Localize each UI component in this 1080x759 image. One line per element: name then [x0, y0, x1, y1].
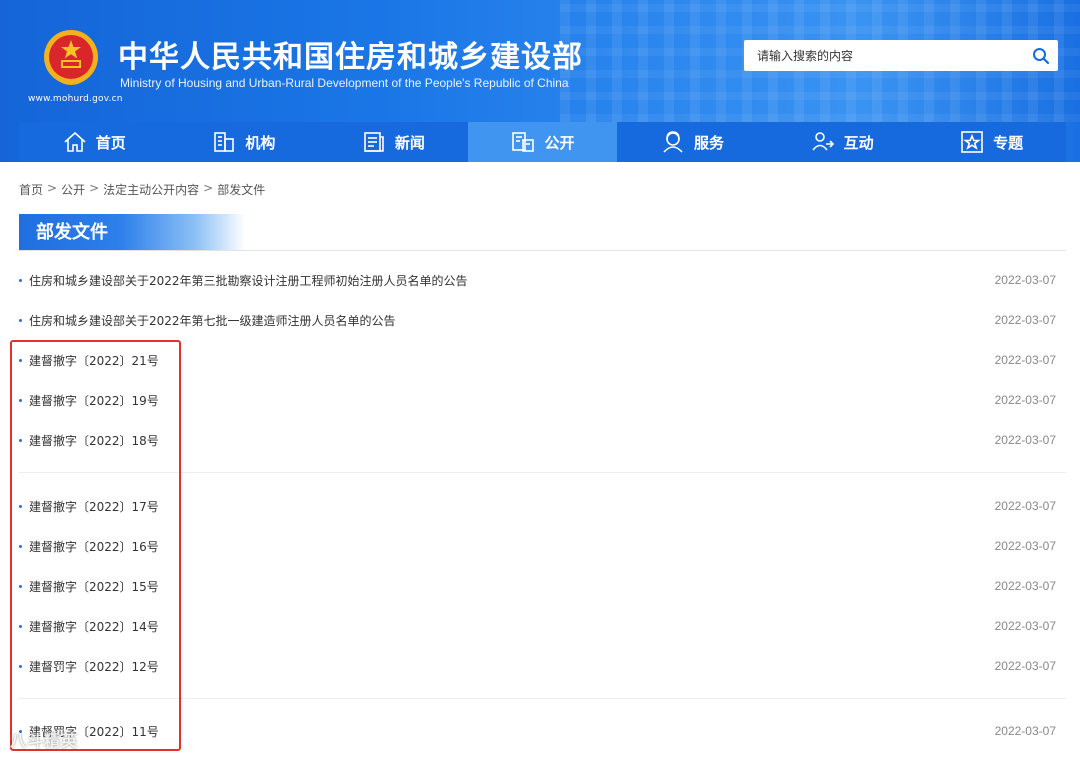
- breadcrumb-separator: >: [47, 181, 58, 195]
- group-divider: [19, 698, 1066, 699]
- list-item-date: 2022-03-07: [994, 659, 1056, 673]
- list-item[interactable]: 建督撤字〔2022〕15号 2022-03-07: [19, 566, 1066, 606]
- list-item-date: 2022-03-07: [994, 273, 1056, 287]
- bullet-icon: [19, 505, 22, 508]
- home-icon: [64, 131, 86, 152]
- watermark: 八斗精英: [10, 731, 79, 750]
- building-icon: [214, 132, 235, 152]
- list-item-title[interactable]: 建督撤字〔2022〕16号: [29, 538, 995, 555]
- nav-item-news[interactable]: 新闻: [318, 122, 468, 162]
- search-box: [744, 40, 1058, 71]
- breadcrumb-separator: >: [203, 181, 214, 195]
- breadcrumb-separator: >: [89, 181, 100, 195]
- nav-item-home[interactable]: 首页: [19, 122, 169, 162]
- breadcrumb-disclosure[interactable]: 公开: [61, 181, 85, 198]
- list-item-title[interactable]: 住房和城乡建设部关于2022年第三批勘察设计注册工程师初始注册人员名单的公告: [29, 272, 995, 289]
- nav-item-label: 专题: [993, 133, 1024, 152]
- list-item-date: 2022-03-07: [994, 313, 1056, 327]
- bullet-icon: [19, 359, 22, 362]
- bullet-icon: [19, 665, 22, 668]
- nav-item-interaction[interactable]: 互动: [767, 122, 917, 162]
- main-nav: 首页 机构 新闻 公开 服务 互动 专题: [19, 122, 1066, 162]
- interaction-icon: [811, 132, 834, 151]
- service-icon: [663, 131, 683, 153]
- nav-item-label: 公开: [544, 133, 575, 152]
- nav-item-label: 互动: [843, 133, 874, 152]
- disclosure-icon: [512, 132, 535, 152]
- bullet-icon: [19, 585, 22, 588]
- breadcrumb-statutory[interactable]: 法定主动公开内容: [103, 181, 199, 198]
- news-icon: [364, 132, 384, 152]
- national-emblem-icon[interactable]: [42, 28, 100, 88]
- list-item-date: 2022-03-07: [994, 724, 1056, 738]
- list-item-date: 2022-03-07: [994, 433, 1056, 447]
- bullet-icon: [19, 625, 22, 628]
- list-item[interactable]: 建督罚字〔2022〕11号 2022-03-07: [19, 711, 1066, 751]
- list-item-title[interactable]: 建督罚字〔2022〕12号: [29, 658, 995, 675]
- breadcrumb-home[interactable]: 首页: [19, 181, 43, 198]
- nav-item-organization[interactable]: 机构: [169, 122, 319, 162]
- breadcrumb: 首页 > 公开 > 法定主动公开内容 > 部发文件: [19, 181, 265, 198]
- nav-item-label: 服务: [694, 133, 725, 152]
- bullet-icon: [19, 545, 22, 548]
- nav-item-label: 机构: [245, 133, 276, 152]
- site-url: www.mohurd.gov.cn: [28, 94, 123, 104]
- list-item[interactable]: 建督撤字〔2022〕16号 2022-03-07: [19, 526, 1066, 566]
- search-button[interactable]: [1024, 40, 1058, 71]
- list-item[interactable]: 建督撤字〔2022〕21号 2022-03-07: [19, 340, 1066, 380]
- list-item-title[interactable]: 建督撤字〔2022〕15号: [29, 578, 995, 595]
- list-item-date: 2022-03-07: [994, 499, 1056, 513]
- nav-item-disclosure[interactable]: 公开: [467, 122, 618, 162]
- section-title: 部发文件: [19, 214, 245, 251]
- section-divider: [19, 250, 1066, 251]
- site-title-english: Ministry of Housing and Urban-Rural Deve…: [120, 76, 569, 90]
- list-item-title[interactable]: 建督撤字〔2022〕14号: [29, 618, 995, 635]
- nav-item-topic[interactable]: 专题: [916, 122, 1066, 162]
- search-input[interactable]: [744, 40, 1024, 71]
- nav-item-label: 新闻: [394, 133, 425, 152]
- list-item[interactable]: 建督撤字〔2022〕19号 2022-03-07: [19, 380, 1066, 420]
- bullet-icon: [19, 399, 22, 402]
- list-item-date: 2022-03-07: [994, 353, 1056, 367]
- list-item-title[interactable]: 建督撤字〔2022〕17号: [29, 498, 995, 515]
- list-item-date: 2022-03-07: [994, 393, 1056, 407]
- search-icon: [1033, 47, 1050, 64]
- list-item[interactable]: 建督撤字〔2022〕14号 2022-03-07: [19, 606, 1066, 646]
- bullet-icon: [19, 279, 22, 282]
- site-header: www.mohurd.gov.cn 中华人民共和国住房和城乡建设部 Minist…: [0, 0, 1080, 162]
- list-item-title[interactable]: 建督撤字〔2022〕21号: [29, 352, 995, 369]
- nav-item-service[interactable]: 服务: [617, 122, 767, 162]
- list-item-date: 2022-03-07: [994, 579, 1056, 593]
- list-item-date: 2022-03-07: [994, 539, 1056, 553]
- breadcrumb-current: 部发文件: [217, 183, 266, 197]
- list-item[interactable]: 住房和城乡建设部关于2022年第三批勘察设计注册工程师初始注册人员名单的公告 2…: [19, 260, 1066, 300]
- list-item[interactable]: 住房和城乡建设部关于2022年第七批一级建造师注册人员名单的公告 2022-03…: [19, 300, 1066, 340]
- list-item-title[interactable]: 住房和城乡建设部关于2022年第七批一级建造师注册人员名单的公告: [29, 312, 995, 329]
- list-item[interactable]: 建督撤字〔2022〕18号 2022-03-07: [19, 420, 1066, 460]
- list-item-title[interactable]: 建督撤字〔2022〕18号: [29, 432, 995, 449]
- list-item-title[interactable]: 建督撤字〔2022〕19号: [29, 392, 995, 409]
- bullet-icon: [19, 319, 22, 322]
- nav-item-label: 首页: [95, 133, 126, 152]
- group-divider: [19, 472, 1066, 473]
- bullet-icon: [19, 439, 22, 442]
- topic-icon: [961, 131, 983, 153]
- list-item[interactable]: 建督撤字〔2022〕17号 2022-03-07: [19, 486, 1066, 526]
- list-item[interactable]: 建督罚字〔2022〕12号 2022-03-07: [19, 646, 1066, 686]
- list-item-title[interactable]: 建督罚字〔2022〕11号: [29, 723, 995, 740]
- site-title-chinese[interactable]: 中华人民共和国住房和城乡建设部: [118, 32, 583, 76]
- list-item-date: 2022-03-07: [994, 619, 1056, 633]
